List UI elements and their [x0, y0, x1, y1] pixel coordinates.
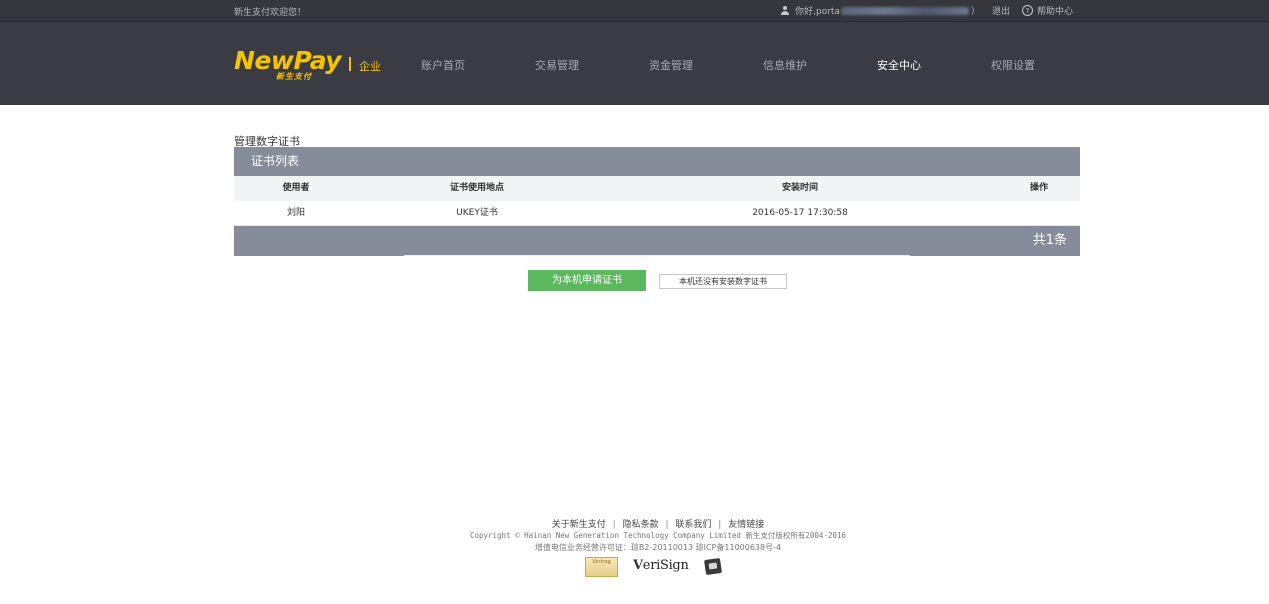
logo-text: NewPay	[234, 46, 342, 75]
certificate-badge-text: Vertrag	[592, 559, 611, 565]
table-caption: 证书列表	[234, 147, 1080, 176]
main-header: NewPay 新生支付 企业 账户首页 交易管理 资金管理 信息维护 安全中心 …	[0, 22, 1269, 105]
help-center-link[interactable]: 帮助中心	[1037, 4, 1073, 17]
logout-link[interactable]: 退出	[992, 4, 1010, 17]
column-header-user: 使用者	[282, 183, 310, 193]
table-row: 刘阳 UKEY证书 2016-05-17 17:30:58	[234, 201, 1080, 226]
footer-separator: |	[718, 520, 722, 530]
security-shield-icon[interactable]	[702, 557, 724, 577]
column-header-install-time: 安装时间	[781, 183, 819, 193]
top-right-area: 你好,porta ） 退出 ? 帮助中心	[780, 4, 1073, 17]
nav-item-transaction[interactable]: 交易管理	[535, 57, 579, 73]
trust-badges: Vertrag VeriSign	[585, 557, 725, 577]
greeting-text: 你好,porta	[795, 7, 840, 17]
nav-item-funds[interactable]: 资金管理	[649, 57, 693, 73]
welcome-text: 新生支付欢迎您！	[234, 8, 307, 18]
copyright-text: Copyright © Hainan New Generation Techno…	[469, 531, 847, 540]
logo-tag: 企业	[359, 60, 381, 73]
footer-link-about[interactable]: 关于新生支付	[552, 520, 606, 530]
shield-box-icon	[704, 557, 722, 576]
footer-link-privacy[interactable]: 隐私条款	[623, 520, 659, 530]
logo-subtext: 新生支付	[276, 72, 312, 81]
apply-certificate-button[interactable]: 为本机申请证书	[528, 270, 646, 291]
column-header-action: 操作	[1029, 183, 1049, 193]
masked-username	[840, 6, 969, 15]
column-header-location: 证书使用地点	[449, 183, 505, 193]
nav-item-permissions[interactable]: 权限设置	[991, 57, 1035, 73]
user-icon	[780, 5, 790, 16]
logo-divider	[349, 57, 351, 71]
cell-location: UKEY证书	[456, 208, 498, 218]
greeting-paren: ）	[970, 7, 980, 17]
no-certificate-button[interactable]: 本机还没有安装数字证书	[659, 274, 787, 289]
verisign-check-icon: V	[633, 558, 643, 573]
cell-user: 刘阳	[286, 208, 306, 218]
top-bar: 新生支付欢迎您！ 你好,porta ） 退出 ? 帮助中心	[0, 0, 1269, 22]
cell-install-time: 2016-05-17 17:30:58	[752, 208, 848, 218]
footer-separator: |	[665, 520, 669, 530]
verisign-badge[interactable]: VeriSign	[633, 558, 689, 573]
nav-item-security-center[interactable]: 安全中心	[877, 57, 921, 73]
footer-divider	[404, 255, 910, 256]
verisign-text: eriSign	[642, 558, 689, 573]
table-header-row: 使用者 证书使用地点 安装时间 操作	[234, 176, 1080, 201]
total-count: 共1条	[1032, 233, 1067, 248]
certificate-table: 证书列表 使用者 证书使用地点 安装时间 操作 刘阳 UKEY证书 2016-0…	[234, 147, 1080, 256]
help-icon[interactable]: ?	[1021, 5, 1033, 16]
certificate-badge-icon[interactable]: Vertrag	[585, 557, 618, 577]
nav-item-account-home[interactable]: 账户首页	[421, 57, 465, 73]
footer-link-friends[interactable]: 友情链接	[728, 520, 764, 530]
newpay-logo[interactable]: NewPay 新生支付	[234, 46, 342, 81]
footer-links: 关于新生支付 | 隐私条款 | 联系我们 | 友情链接	[0, 517, 1269, 530]
nav-item-info[interactable]: 信息维护	[763, 57, 807, 73]
license-text: 增值电信业务经营许可证：琼B2-20110013 琼ICP备11000638号-…	[534, 543, 782, 552]
footer-link-contact[interactable]: 联系我们	[675, 520, 711, 530]
table-footer: 共1条	[234, 226, 1080, 256]
footer-separator: |	[612, 520, 616, 530]
